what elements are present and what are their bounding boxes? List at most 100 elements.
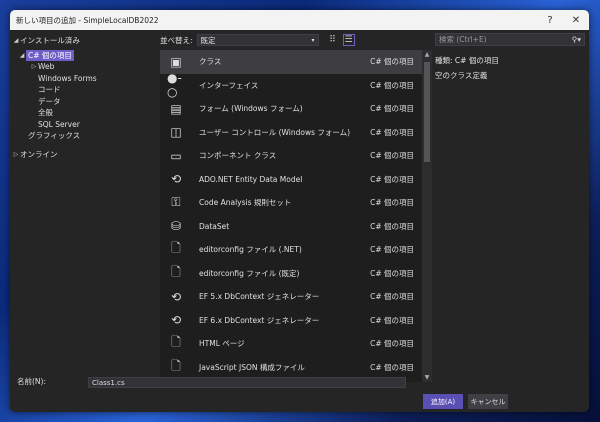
- tree-node-general[interactable]: 全般: [10, 107, 158, 119]
- title-bar: 新しい項目の追加 - SimpleLocalDB2022 ? ✕: [10, 10, 589, 30]
- search-placeholder: 検索 (Ctrl+E): [439, 35, 487, 44]
- list-item[interactable]: ⟲ EF 5.x DbContext ジェネレーター C# 個の項目: [160, 285, 422, 309]
- editorconfig-icon: 🗋: [171, 241, 181, 256]
- item-name: EF 5.x DbContext ジェネレーター: [199, 292, 320, 302]
- chevron-down-icon: ▾: [311, 36, 315, 44]
- tree-node-data[interactable]: データ: [10, 96, 158, 108]
- interface-icon: ●-○: [167, 71, 182, 100]
- close-button[interactable]: ✕: [563, 15, 589, 26]
- tree-node-windows-forms[interactable]: Windows Forms: [10, 73, 158, 85]
- category-tree: ◢ インストール済み ◢ C# 個の項目 ▷ Web Windows Forms コー…: [10, 30, 158, 378]
- entity-model-icon: ⟲: [170, 172, 182, 187]
- item-name: editorconfig ファイル (.NET): [199, 245, 302, 255]
- item-category: C# 個の項目: [370, 198, 414, 208]
- class-icon: ▣: [170, 54, 182, 69]
- list-item[interactable]: 🗋 editorconfig ファイル (既定) C# 個の項目: [160, 262, 422, 286]
- item-category: C# 個の項目: [370, 174, 414, 184]
- search-input[interactable]: 検索 (Ctrl+E) ⚲▾: [435, 33, 585, 46]
- json-config-icon: 🗋: [171, 358, 181, 373]
- item-name: DataSet: [199, 221, 230, 231]
- html-page-icon: 🗋: [171, 335, 181, 350]
- item-category: C# 個の項目: [370, 80, 414, 90]
- list-scrollbar[interactable]: ▲ ▼: [422, 50, 432, 382]
- cancel-button[interactable]: キャンセル: [468, 394, 508, 409]
- tree-label: Windows Forms: [38, 73, 97, 83]
- tree-node-sql-server[interactable]: SQL Server: [10, 119, 158, 131]
- tree-label: コード: [38, 85, 61, 95]
- tree-node-csharp[interactable]: ◢ C# 個の項目: [10, 49, 158, 62]
- item-category: C# 個の項目: [370, 268, 414, 278]
- item-name: コンポーネント クラス: [199, 151, 277, 161]
- item-category: C# 個の項目: [370, 57, 414, 67]
- sort-value: 既定: [200, 35, 216, 45]
- scroll-up-icon[interactable]: ▲: [422, 51, 432, 58]
- list-item[interactable]: ▭ コンポーネント クラス C# 個の項目: [160, 144, 422, 168]
- item-category: C# 個の項目: [370, 104, 414, 114]
- ef-generator-icon: ⟲: [170, 313, 182, 328]
- tree-label: SQL Server: [38, 119, 80, 129]
- search-icon[interactable]: ⚲▾: [572, 35, 581, 44]
- add-button[interactable]: 追加(A): [423, 394, 463, 409]
- list-item[interactable]: ⛁ DataSet C# 個の項目: [160, 215, 422, 239]
- tree-node-code[interactable]: コード: [10, 84, 158, 96]
- list-item[interactable]: ⚿ Code Analysis 規則セット C# 個の項目: [160, 191, 422, 215]
- tree-node-online[interactable]: ▷ オンライン: [10, 149, 158, 161]
- item-name: Code Analysis 規則セット: [199, 198, 292, 208]
- list-item[interactable]: ▣ クラス C# 個の項目: [160, 50, 422, 74]
- collapsed-arrow-icon[interactable]: ▷: [12, 151, 20, 158]
- item-name: HTML ページ: [199, 339, 245, 349]
- scroll-down-icon[interactable]: ▼: [422, 374, 432, 381]
- help-button[interactable]: ?: [537, 15, 563, 26]
- item-name: EF 6.x DbContext ジェネレーター: [199, 315, 320, 325]
- expanded-arrow-icon[interactable]: ◢: [18, 52, 26, 59]
- tree-label: グラフィックス: [28, 131, 81, 141]
- tree-label: Web: [38, 62, 55, 72]
- editorconfig-icon: 🗋: [171, 264, 181, 279]
- list-item[interactable]: 🗋 JavaScript JSON 構成ファイル C# 個の項目: [160, 356, 422, 380]
- collapsed-arrow-icon[interactable]: ▷: [30, 63, 38, 70]
- item-name: フォーム (Windows フォーム): [199, 104, 303, 114]
- list-item[interactable]: ◫ ユーザー コントロール (Windows フォーム) C# 個の項目: [160, 121, 422, 145]
- name-input[interactable]: [88, 377, 406, 388]
- name-label: 名前(N):: [17, 377, 46, 386]
- item-description: 空のクラス定義: [435, 71, 488, 80]
- list-item[interactable]: ⟲ ADO.NET Entity Data Model C# 個の項目: [160, 168, 422, 192]
- item-category: C# 個の項目: [370, 245, 414, 255]
- list-item[interactable]: ▤ フォーム (Windows フォーム) C# 個の項目: [160, 97, 422, 121]
- list-item[interactable]: 🗋 editorconfig ファイル (.NET) C# 個の項目: [160, 238, 422, 262]
- item-name: インターフェイス: [199, 80, 259, 90]
- add-new-item-dialog: 新しい項目の追加 - SimpleLocalDB2022 ? ✕ ◢ インストール…: [10, 10, 589, 412]
- tree-node-web[interactable]: ▷ Web: [10, 61, 158, 73]
- sort-dropdown[interactable]: 既定 ▾: [196, 34, 319, 46]
- item-name: editorconfig ファイル (既定): [199, 268, 300, 278]
- type-value: C# 個の項目: [454, 56, 499, 65]
- scrollbar-thumb[interactable]: [424, 62, 430, 162]
- sort-label: 並べ替え:: [160, 35, 193, 45]
- template-list: ▣ クラス C# 個の項目 ●-○ インターフェイス C# 個の項目 ▤ フォーム (Wind…: [160, 50, 422, 382]
- item-name: JavaScript JSON 構成ファイル: [199, 362, 305, 372]
- list-view-icon[interactable]: ☰: [342, 34, 355, 46]
- ef-generator-icon: ⟲: [170, 289, 182, 304]
- item-name: クラス: [199, 57, 222, 67]
- tree-node-installed[interactable]: ◢ インストール済み: [10, 35, 158, 47]
- item-name: ユーザー コントロール (Windows フォーム): [199, 127, 351, 137]
- list-item[interactable]: 🗋 HTML ページ C# 個の項目: [160, 332, 422, 356]
- expanded-arrow-icon[interactable]: ◢: [12, 37, 20, 44]
- tree-node-graphics[interactable]: グラフィックス: [10, 130, 158, 142]
- tree-label: インストール済み: [20, 36, 80, 46]
- tree-label: C# 個の項目: [26, 49, 74, 61]
- list-toolbar: 並べ替え: 既定 ▾ ⠿ ☰: [160, 30, 430, 50]
- item-category: C# 個の項目: [370, 339, 414, 349]
- list-item[interactable]: ⟲ EF 6.x DbContext ジェネレーター C# 個の項目: [160, 309, 422, 333]
- tree-label: オンライン: [20, 149, 58, 159]
- tree-label: 全般: [38, 108, 53, 118]
- item-category: C# 個の項目: [370, 292, 414, 302]
- item-category: C# 個の項目: [370, 151, 414, 161]
- item-category: C# 個の項目: [370, 362, 414, 372]
- item-category: C# 個の項目: [370, 221, 414, 231]
- list-item[interactable]: ●-○ インターフェイス C# 個の項目: [160, 71, 422, 100]
- form-icon: ▤: [170, 101, 182, 116]
- component-icon: ▭: [170, 148, 182, 163]
- item-name: ADO.NET Entity Data Model: [199, 174, 303, 184]
- small-icons-view-icon[interactable]: ⠿: [327, 34, 339, 46]
